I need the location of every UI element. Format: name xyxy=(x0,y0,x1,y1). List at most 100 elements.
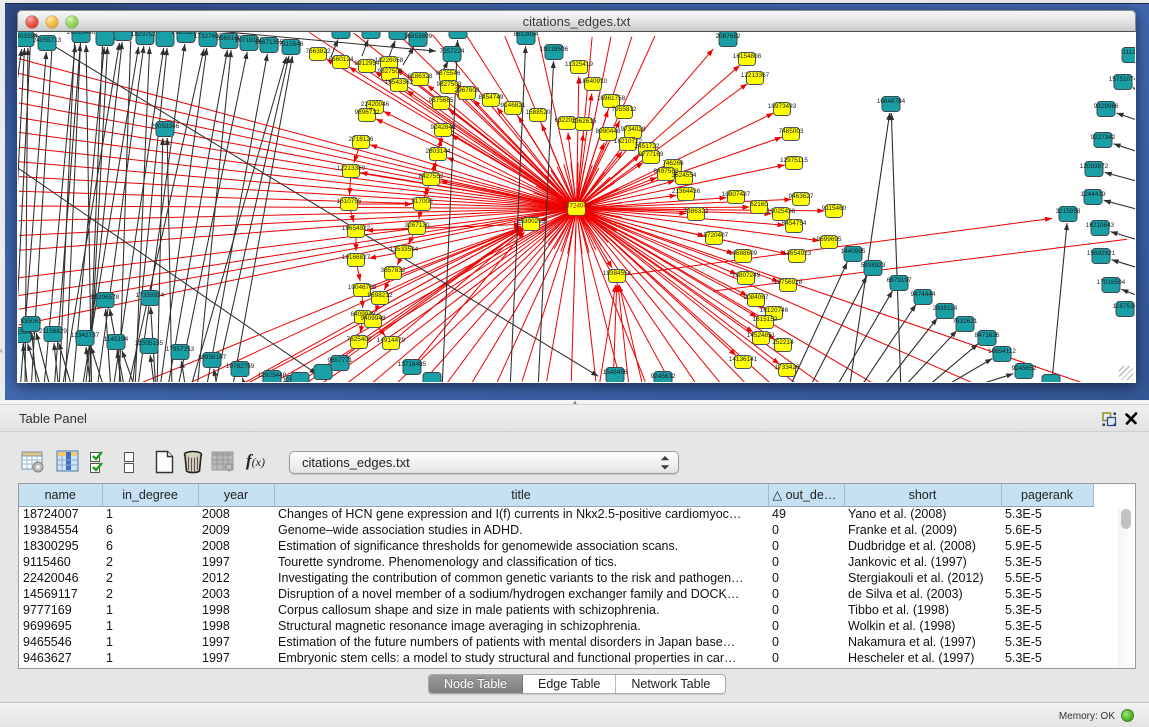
svg-text:2718126: 2718126 xyxy=(349,136,374,143)
svg-text:1244419: 1244419 xyxy=(1081,191,1106,198)
svg-text:9875546: 9875546 xyxy=(436,70,461,77)
svg-text:20053346: 20053346 xyxy=(151,123,180,130)
svg-text:9084067: 9084067 xyxy=(744,294,769,301)
svg-text:9115460: 9115460 xyxy=(822,205,847,212)
svg-text:13716485: 13716485 xyxy=(398,361,427,368)
svg-text:20691406: 20691406 xyxy=(67,32,96,36)
svg-text:11123: 11123 xyxy=(1123,49,1135,56)
svg-text:8990448: 8990448 xyxy=(596,128,621,135)
svg-text:15720407: 15720407 xyxy=(700,232,729,239)
svg-text:8427552: 8427552 xyxy=(419,173,444,180)
svg-text:22420046: 22420046 xyxy=(361,101,390,108)
svg-text:18724007: 18724007 xyxy=(562,203,591,210)
svg-text:7515546: 7515546 xyxy=(279,41,304,48)
svg-text:9146821: 9146821 xyxy=(501,102,526,109)
svg-text:11325419: 11325419 xyxy=(565,61,593,68)
svg-text:62160: 62160 xyxy=(750,201,768,208)
svg-text:17957253: 17957253 xyxy=(166,346,195,353)
svg-text:17016504: 17016504 xyxy=(1097,279,1126,286)
svg-text:18640910: 18640910 xyxy=(579,78,608,85)
svg-text:7663822: 7663822 xyxy=(306,48,331,55)
svg-text:252214: 252214 xyxy=(772,339,794,346)
svg-text:12213367: 12213367 xyxy=(741,72,770,79)
svg-text:7485003: 7485003 xyxy=(779,128,804,135)
svg-text:835061: 835061 xyxy=(20,318,42,325)
svg-text:10025438: 10025438 xyxy=(767,208,796,215)
svg-text:18226058: 18226058 xyxy=(375,57,404,64)
svg-text:7386322: 7386322 xyxy=(684,208,709,215)
svg-text:16210643: 16210643 xyxy=(1086,222,1115,229)
svg-text:19756928: 19756928 xyxy=(774,279,803,286)
svg-text:10782759: 10782759 xyxy=(226,363,255,370)
svg-text:7955812: 7955812 xyxy=(612,106,637,113)
svg-text:19218506: 19218506 xyxy=(540,46,569,53)
svg-text:8454754: 8454754 xyxy=(782,220,807,227)
svg-text:1588520: 1588520 xyxy=(526,109,551,116)
svg-text:1167534: 1167534 xyxy=(1113,303,1135,310)
svg-text:10046708: 10046708 xyxy=(348,284,377,291)
svg-text:3215958: 3215958 xyxy=(1056,208,1081,215)
svg-text:12975115: 12975115 xyxy=(780,157,808,164)
svg-text:9474444: 9474444 xyxy=(911,291,936,298)
svg-text:9699695: 9699695 xyxy=(817,236,842,243)
svg-text:746266: 746266 xyxy=(662,160,684,167)
svg-text:9896712: 9896712 xyxy=(355,109,380,116)
svg-text:7357224: 7357224 xyxy=(440,48,465,55)
svg-text:7632621: 7632621 xyxy=(953,318,978,325)
svg-text:19384554: 19384554 xyxy=(603,270,632,277)
svg-text:5938923: 5938923 xyxy=(861,262,886,269)
svg-text:1615152: 1615152 xyxy=(753,316,778,323)
svg-text:817006: 817006 xyxy=(411,198,433,205)
svg-text:6879197: 6879197 xyxy=(887,277,912,284)
svg-text:14914479: 14914479 xyxy=(377,337,406,344)
svg-text:9245652: 9245652 xyxy=(1012,365,1037,372)
svg-text:13533594: 13533594 xyxy=(390,246,419,253)
svg-text:24055713: 24055713 xyxy=(33,37,62,44)
svg-text:9242848: 9242848 xyxy=(431,124,456,131)
svg-text:8454749: 8454749 xyxy=(479,94,504,101)
svg-text:20206578: 20206578 xyxy=(91,294,120,301)
svg-text:18807249: 18807249 xyxy=(732,272,761,279)
svg-text:1733426: 1733426 xyxy=(775,364,800,371)
svg-text:2451722: 2451722 xyxy=(635,143,660,150)
svg-text:14524851: 14524851 xyxy=(747,332,776,339)
svg-text:8813054: 8813054 xyxy=(514,32,539,38)
svg-text:10807487: 10807487 xyxy=(722,191,751,198)
svg-text:9827509: 9827509 xyxy=(378,68,403,75)
svg-text:19166827: 19166827 xyxy=(342,254,371,261)
svg-text:12093872: 12093872 xyxy=(1080,163,1109,170)
svg-text:21156829: 21156829 xyxy=(39,328,67,335)
svg-text:8471626: 8471626 xyxy=(975,332,1000,339)
svg-text:15692921: 15692921 xyxy=(1087,250,1116,257)
svg-text:8660124: 8660124 xyxy=(329,56,354,63)
svg-text:1145194: 1145194 xyxy=(104,336,129,343)
svg-text:10654112: 10654112 xyxy=(988,348,1016,355)
svg-text:1362615: 1362615 xyxy=(572,118,597,125)
svg-text:16154808: 16154808 xyxy=(733,53,762,60)
svg-text:12213369: 12213369 xyxy=(337,165,366,172)
svg-text:9657771: 9657771 xyxy=(328,357,353,364)
svg-text:3857832: 3857832 xyxy=(381,267,406,274)
svg-text:9777169: 9777169 xyxy=(639,151,664,158)
svg-text:2803144: 2803144 xyxy=(426,148,451,155)
svg-text:12505135: 12505135 xyxy=(135,340,164,347)
svg-text:16543362: 16543362 xyxy=(385,79,414,86)
svg-text:9875685: 9875685 xyxy=(429,97,454,104)
svg-text:9698212: 9698212 xyxy=(368,292,393,299)
svg-text:16848784: 16848784 xyxy=(877,98,906,105)
svg-text:13654923: 13654923 xyxy=(783,250,812,257)
svg-text:16961758: 16961758 xyxy=(597,95,626,102)
svg-text:18237528: 18237528 xyxy=(131,32,160,38)
svg-text:7625402: 7625402 xyxy=(347,336,372,343)
svg-text:25300293: 25300293 xyxy=(517,218,546,225)
svg-text:9409948: 9409948 xyxy=(361,315,386,322)
svg-text:10958107: 10958107 xyxy=(198,354,227,361)
svg-text:9245632: 9245632 xyxy=(651,373,676,380)
svg-text:9463627: 9463627 xyxy=(789,193,814,200)
svg-text:9227342: 9227342 xyxy=(1091,134,1116,141)
svg-text:16853809: 16853809 xyxy=(404,33,433,40)
svg-text:1548456: 1548456 xyxy=(603,369,628,376)
svg-text:9734028: 9734028 xyxy=(621,126,646,133)
svg-text:15751074: 15751074 xyxy=(1109,76,1135,83)
svg-text:10688609: 10688609 xyxy=(729,250,758,257)
